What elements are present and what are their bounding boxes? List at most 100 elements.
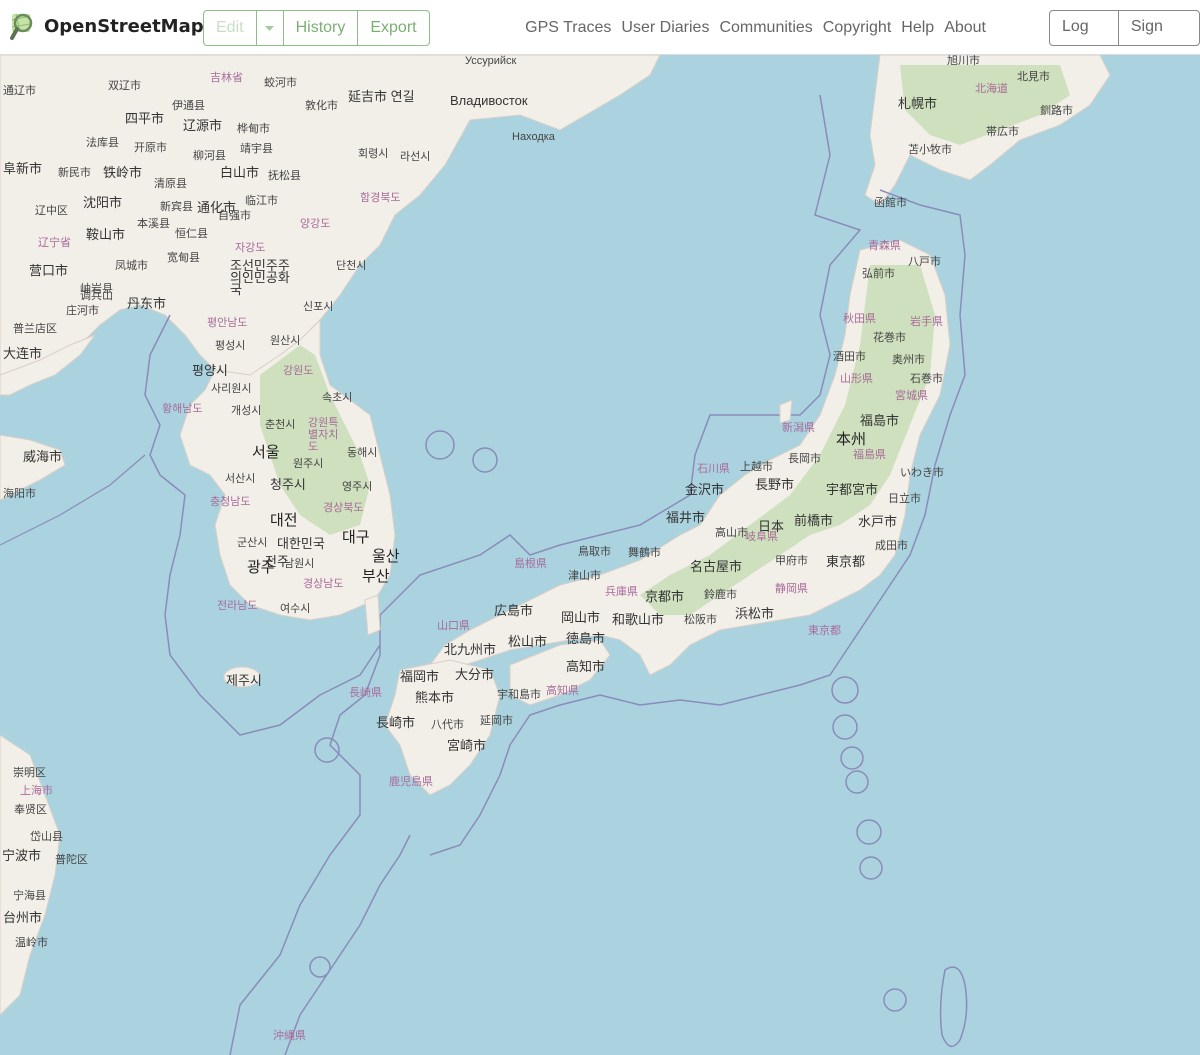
map-island-10 <box>309 956 331 978</box>
map-island-tsushima <box>364 594 381 636</box>
map-view[interactable]: 通辽市 双辽市 四平市 辽源市 吉林省 蛟河市 敦化市 延吉市 연길 Влади… <box>0 55 1200 1055</box>
map-label: 島根県 <box>514 558 547 570</box>
map-label: 여수시 <box>280 603 311 615</box>
map-label: 铁岭市 <box>103 165 143 180</box>
map-label: 营口市 <box>29 263 69 278</box>
map-label: 兵庫県 <box>605 586 638 598</box>
map-label: 四平市 <box>125 111 165 126</box>
map-label: 清原县 <box>154 178 187 190</box>
map-label: 岫岩县 <box>80 283 113 295</box>
map-label: 日立市 <box>888 493 921 505</box>
edit-button[interactable]: Edit <box>204 11 257 45</box>
map-label: 울산 <box>372 548 400 565</box>
edit-dropdown-button[interactable] <box>257 11 284 45</box>
map-label: 延吉市 연길 <box>348 89 415 104</box>
map-label: 海阳市 <box>3 488 36 500</box>
map-label: 東京都 <box>808 625 841 637</box>
map-label: 鈴鹿市 <box>704 589 737 601</box>
map-label: 抚松县 <box>268 170 301 182</box>
map-label: 동해시 <box>347 447 378 459</box>
map-label: 前橋市 <box>794 513 834 528</box>
map-label: 酒田市 <box>833 351 866 363</box>
map-label: 上海市 <box>20 785 53 797</box>
map-label: 伊通县 <box>172 100 205 112</box>
map-label: 水戸市 <box>858 514 898 529</box>
map-label: 上越市 <box>740 461 773 473</box>
map-label: 帯広市 <box>986 126 1019 138</box>
map-label: 평양시 <box>192 363 228 378</box>
map-label: 札幌市 <box>898 96 938 111</box>
map-label: 원산시 <box>270 335 301 347</box>
map-label: 八戸市 <box>908 256 941 268</box>
map-label: 普陀区 <box>55 854 88 866</box>
map-label: 山口県 <box>437 620 470 632</box>
map-label: 宮崎市 <box>447 738 487 753</box>
map-label: 宇和島市 <box>497 689 541 701</box>
map-label: 평안남도 <box>207 317 248 329</box>
map-label: 自强市 <box>218 210 251 222</box>
nav-user-diaries[interactable]: User Diaries <box>621 19 709 37</box>
map-label: 静岡県 <box>775 583 808 595</box>
auth-buttons: Log In Sign Up <box>1049 10 1200 46</box>
map-label: 金沢市 <box>685 482 725 497</box>
map-island-8 <box>859 856 883 880</box>
map-label: 新潟県 <box>782 422 815 434</box>
map-label: 강원도 <box>283 365 314 377</box>
map-label: 광주 <box>247 559 275 576</box>
map-label: 青森県 <box>868 240 901 252</box>
map-label: 延岡市 <box>480 715 513 727</box>
osm-logo[interactable]: OpenStreetMap <box>10 12 204 40</box>
map-label: 北九州市 <box>444 642 497 657</box>
map-label: 청주시 <box>270 477 306 492</box>
map-label: 本州 <box>836 431 867 448</box>
map-label: 宁波市 <box>2 848 42 863</box>
map-label: 山形県 <box>840 373 873 385</box>
map-label: 沈阳市 <box>83 195 123 210</box>
map-label: 경상북도 <box>323 502 364 514</box>
map-label: 台州市 <box>3 910 43 925</box>
map-label: 津山市 <box>568 570 601 582</box>
nav-copyright[interactable]: Copyright <box>823 19 891 37</box>
map-label: 宇都宮市 <box>826 482 879 497</box>
map-label: 東京都 <box>826 554 866 569</box>
map-label: 長崎県 <box>349 687 382 699</box>
map-label: 北海道 <box>975 83 1008 95</box>
map-label: 柳河县 <box>193 150 226 162</box>
map-label: 사리원시 <box>211 383 252 395</box>
map-label: 영주시 <box>342 481 373 493</box>
map-label: 양강도 <box>300 218 331 230</box>
edit-button-group: Edit History Export <box>203 10 430 46</box>
map-label: 広島市 <box>494 603 534 618</box>
map-label: 通辽市 <box>3 85 36 97</box>
map-label: 신포시 <box>303 301 334 313</box>
nav-gps-traces[interactable]: GPS Traces <box>525 19 611 37</box>
map-label: 吉林省 <box>210 72 243 84</box>
nav-help[interactable]: Help <box>901 19 934 37</box>
map-label: 경상남도 <box>303 578 344 590</box>
map-label: 宮城県 <box>895 390 928 402</box>
map-label: 恒仁县 <box>175 228 208 240</box>
map-label: 대전 <box>270 512 298 529</box>
map-label: 徳島市 <box>566 631 606 646</box>
login-button[interactable]: Log In <box>1050 11 1119 45</box>
map-label: 蛟河市 <box>264 77 297 89</box>
nav-about[interactable]: About <box>944 19 986 37</box>
map-island-3 <box>831 676 859 704</box>
map-label: 평성시 <box>215 340 246 352</box>
nav-communities[interactable]: Communities <box>719 19 812 37</box>
map-label: 法库县 <box>86 137 119 149</box>
map-label: 서산시 <box>225 473 256 485</box>
map-label: 新民市 <box>58 167 91 179</box>
map-label: 舞鶴市 <box>628 547 661 559</box>
map-label: 和歌山市 <box>612 612 665 627</box>
map-island-6 <box>845 770 869 794</box>
export-button[interactable]: Export <box>358 11 428 45</box>
map-label: 白山市 <box>220 165 260 180</box>
map-label: 조선민주주의인민공화국 <box>230 258 290 297</box>
map-label: 岐阜県 <box>745 531 778 543</box>
signup-button[interactable]: Sign Up <box>1119 11 1199 45</box>
main-nav: GPS Traces User Diaries Communities Copy… <box>515 0 986 55</box>
map-label: 강원특별자치도 <box>308 417 339 453</box>
history-button[interactable]: History <box>284 11 359 45</box>
map-label: 釧路市 <box>1040 105 1073 117</box>
